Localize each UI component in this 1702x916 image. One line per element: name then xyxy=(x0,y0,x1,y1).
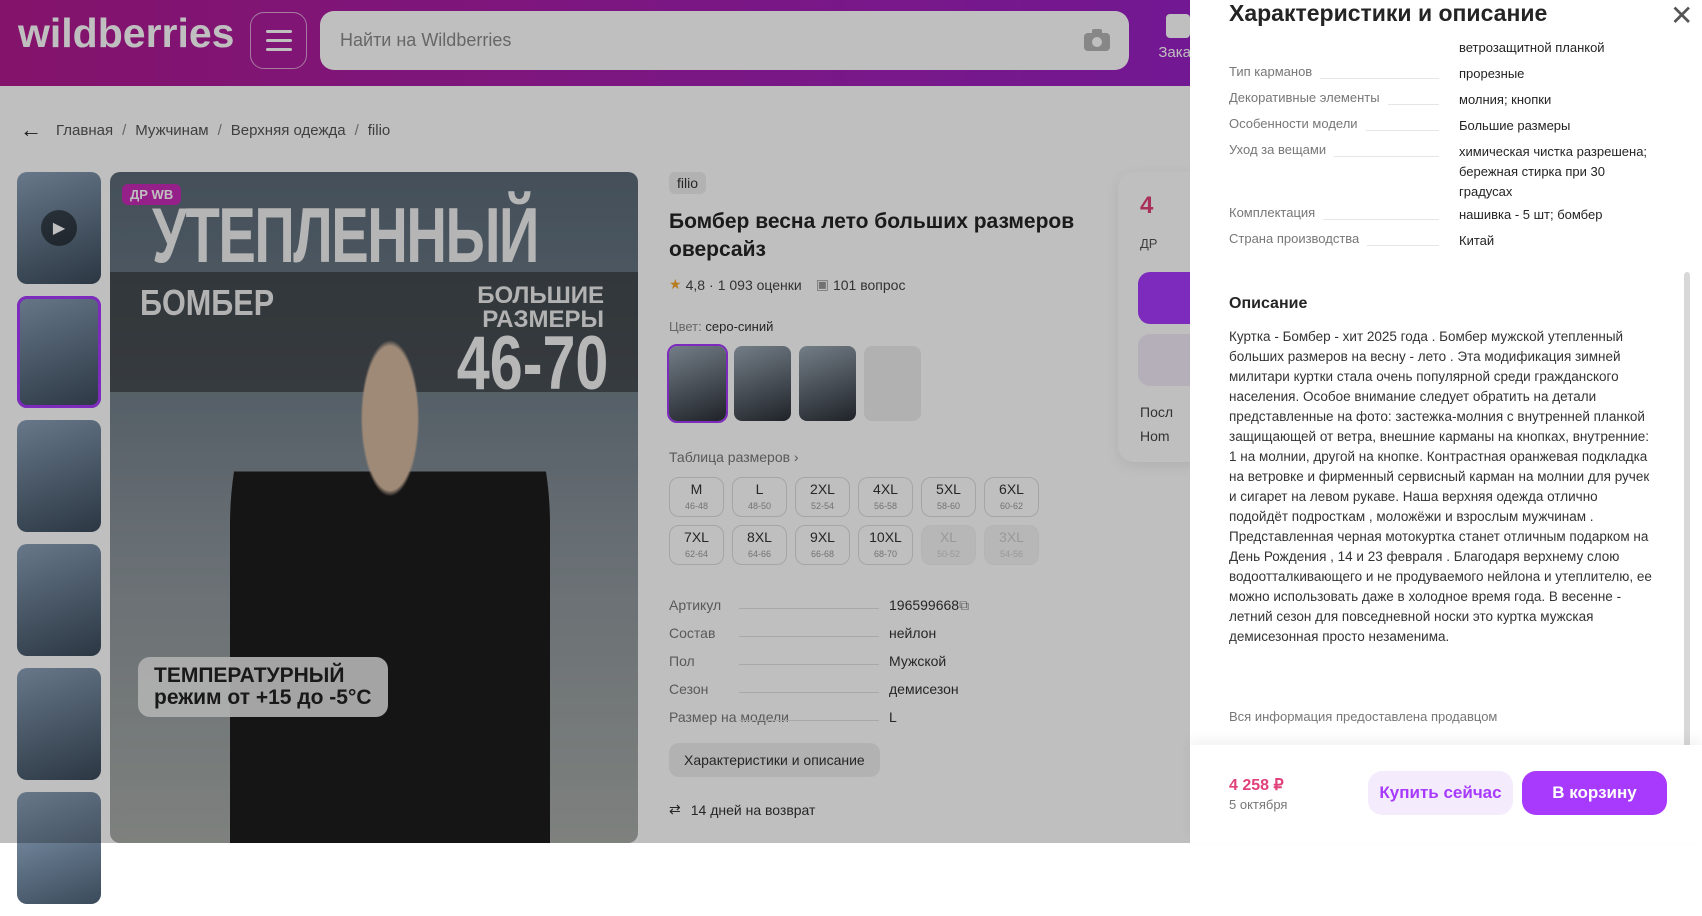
characteristic-key: Страна производства xyxy=(1229,231,1368,246)
characteristic-row: Особенности модели Большие размеры xyxy=(1229,116,1659,142)
buy-now-button[interactable]: Купить сейчас xyxy=(1368,771,1513,815)
characteristic-value: молния; кнопки xyxy=(1459,92,1552,107)
product-page: wildberries Заказ ← Главная/ Мужчинам/ В… xyxy=(0,0,1702,904)
characteristic-key: Декоративные элементы xyxy=(1229,90,1388,105)
characteristic-row: Уход за вещами химическая чистка разрешен… xyxy=(1229,142,1659,205)
characteristic-value: химическая чистка разрешена; бережная ст… xyxy=(1459,144,1648,199)
characteristic-key: Особенности модели xyxy=(1229,116,1366,131)
seller-info-note: Вся информация предоставлена продавцом xyxy=(1229,709,1498,724)
close-icon[interactable]: ✕ xyxy=(1670,2,1693,30)
panel-footer: 4 258 ₽ 5 октября Купить сейчас В корзин… xyxy=(1190,745,1702,843)
characteristic-key: Уход за вещами xyxy=(1229,142,1335,157)
scrollbar[interactable] xyxy=(1684,272,1690,752)
panel-title: Характеристики и описание xyxy=(1229,0,1548,26)
characteristic-value: прорезные xyxy=(1459,66,1525,81)
characteristic-row: Декоративные элементы молния; кнопки xyxy=(1229,90,1659,116)
description-title: Описание xyxy=(1229,295,1308,312)
delivery-date: 5 октября xyxy=(1229,797,1288,812)
characteristic-value: Большие размеры xyxy=(1459,118,1571,133)
description-text: Куртка - Бомбер - хит 2025 года . Бомбер… xyxy=(1229,329,1652,644)
characteristic-row: Страна производства Китай xyxy=(1229,231,1659,257)
characteristic-row: Тип карманов прорезные xyxy=(1229,64,1659,90)
characteristic-value: ветрозащитной планкой xyxy=(1459,40,1605,55)
characteristic-row: ветрозащитной планкой xyxy=(1229,38,1659,64)
modal-backdrop[interactable] xyxy=(0,0,1190,843)
characteristic-row: Комплектация нашивка - 5 шт; бомбер xyxy=(1229,205,1659,231)
characteristic-key: Тип карманов xyxy=(1229,64,1321,79)
add-to-cart-button[interactable]: В корзину xyxy=(1522,771,1667,815)
characteristics-panel: Характеристики и описание ✕ ветрозащитно… xyxy=(1190,0,1702,843)
characteristic-value: Китай xyxy=(1459,233,1495,248)
characteristics-table: ветрозащитной планкой Тип карманов прорезн… xyxy=(1229,38,1659,257)
characteristic-value: нашивка - 5 шт; бомбер xyxy=(1459,207,1603,222)
footer-price: 4 258 ₽ xyxy=(1229,777,1284,794)
characteristic-key: Комплектация xyxy=(1229,205,1324,220)
